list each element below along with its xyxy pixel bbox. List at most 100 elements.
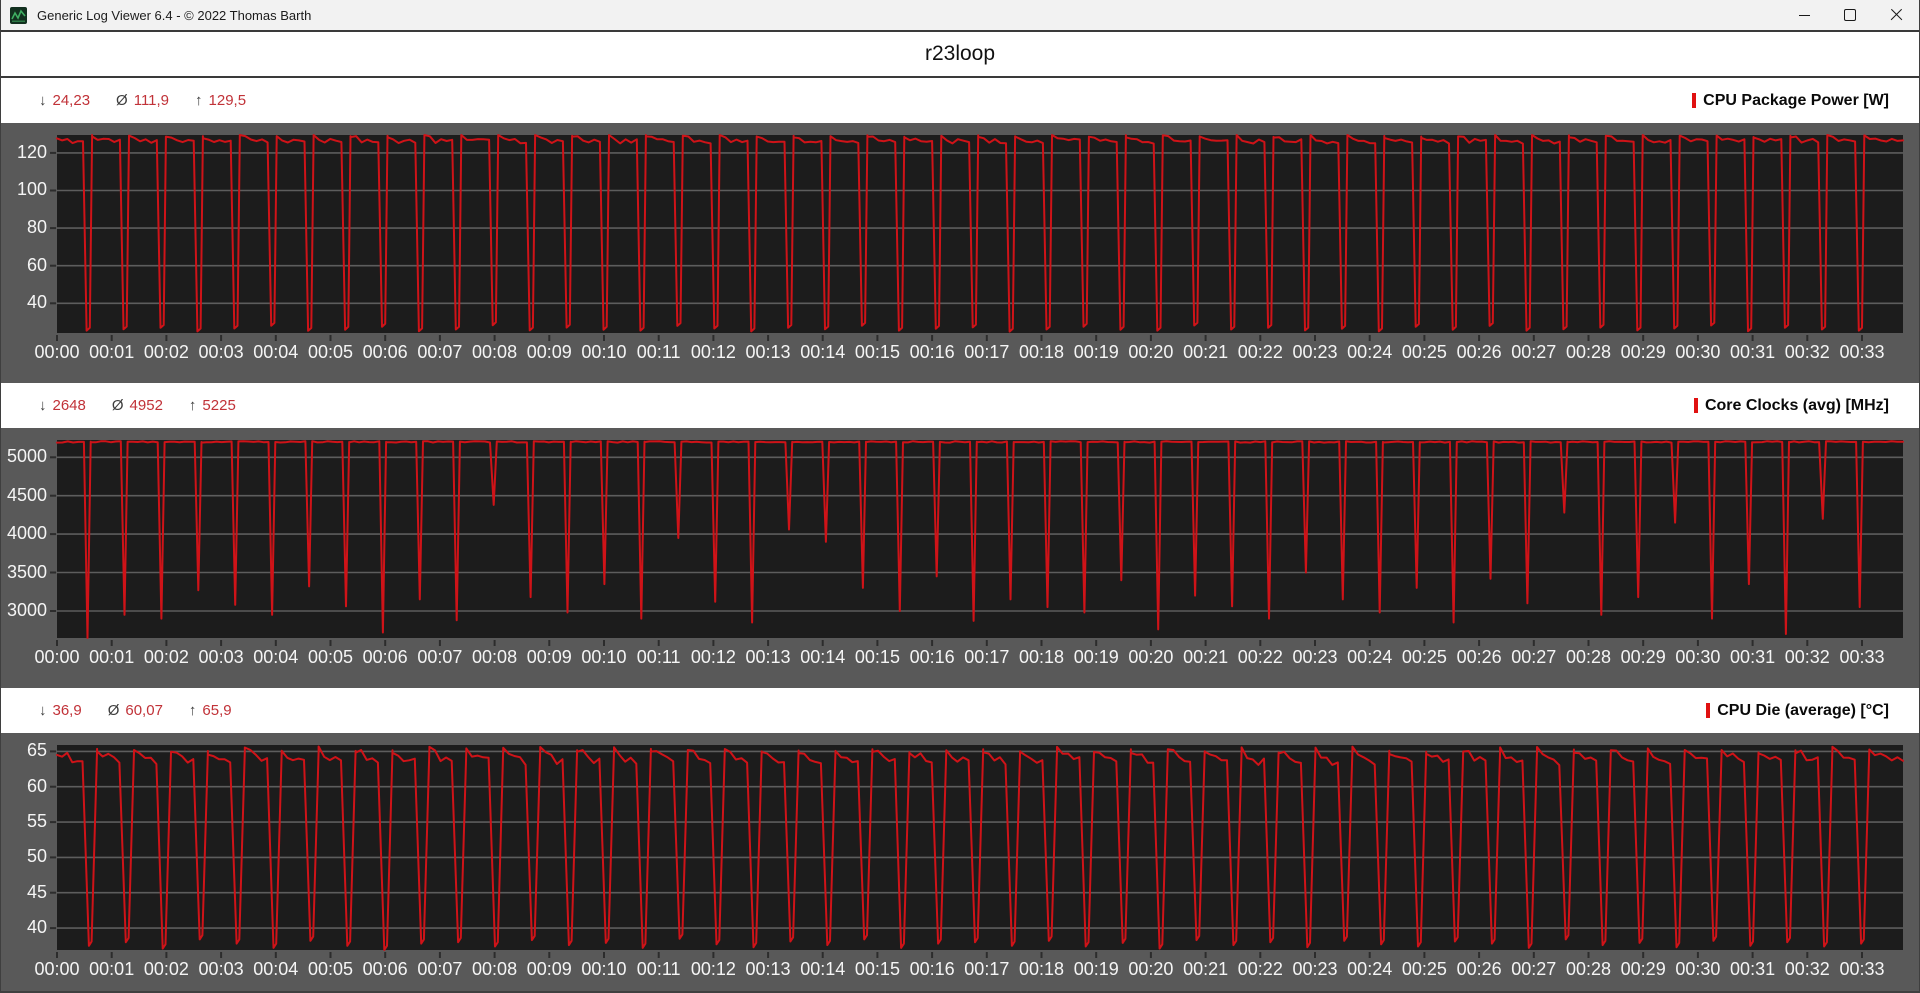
cpu-power-plot[interactable] <box>50 134 1904 341</box>
x-axis-tick-label: 00:29 <box>1620 959 1666 979</box>
y-axis-tick-label: 40 <box>26 292 47 313</box>
x-axis-tick-label: 00:00 <box>34 959 80 979</box>
x-axis-tick-label: 00:19 <box>1073 647 1119 667</box>
stat-min-value: 24,23 <box>52 92 91 109</box>
x-axis-tick-label: 00:13 <box>745 647 791 667</box>
titlebar: Generic Log Viewer 6.4 - © 2022 Thomas B… <box>1 0 1919 32</box>
x-axis-tick-label: 00:24 <box>1347 959 1393 979</box>
x-axis-tick-label: 00:17 <box>964 342 1010 362</box>
minimize-icon <box>1798 14 1810 16</box>
average-icon: Ø <box>111 397 124 414</box>
log-file-title: r23loop <box>1 32 1919 78</box>
x-axis-tick-label: 00:30 <box>1675 342 1721 362</box>
y-axis-tick-label: 80 <box>26 217 47 238</box>
max-arrow-icon: ↑ <box>188 702 197 719</box>
stat-min-value: 36,9 <box>52 702 82 719</box>
series-legend: CPU Die (average) [°C] <box>1706 702 1889 720</box>
x-axis-tick-label: 00:32 <box>1784 342 1830 362</box>
max-arrow-icon: ↑ <box>188 397 197 414</box>
x-axis-tick-label: 00:03 <box>198 647 244 667</box>
x-axis-tick-label: 00:28 <box>1565 342 1611 362</box>
y-axis-tick-label: 3000 <box>6 599 47 620</box>
x-axis-tick-label: 00:16 <box>909 647 955 667</box>
x-axis-tick-label: 00:33 <box>1839 647 1885 667</box>
section-core-clocks: ↓ 2648 Ø 4952 ↑ 5225 Core Clocks (avg) [… <box>1 383 1919 688</box>
y-axis-tick-label: 120 <box>16 141 47 162</box>
x-axis-tick-label: 00:23 <box>1292 647 1338 667</box>
x-axis-tick-label: 00:10 <box>581 647 627 667</box>
stat-avg-value: 60,07 <box>125 702 163 719</box>
x-axis-tick-label: 00:24 <box>1347 342 1393 362</box>
x-axis-tick-label: 00:23 <box>1292 959 1338 979</box>
core-clocks-plot[interactable] <box>50 440 1904 646</box>
stat-avg-value: 4952 <box>129 397 163 414</box>
x-axis-tick-label: 00:33 <box>1839 342 1885 362</box>
x-axis-tick-label: 00:22 <box>1237 342 1283 362</box>
x-axis-tick-label: 00:21 <box>1183 647 1229 667</box>
x-axis-tick-label: 00:10 <box>581 342 627 362</box>
x-axis-tick-label: 00:09 <box>526 342 572 362</box>
maximize-button[interactable] <box>1827 0 1873 30</box>
x-axis-tick-label: 00:12 <box>690 959 736 979</box>
x-axis-tick-label: 00:30 <box>1675 647 1721 667</box>
x-axis-tick-label: 00:26 <box>1456 342 1502 362</box>
series-label: Core Clocks (avg) [MHz] <box>1704 396 1889 414</box>
x-axis-tick-label: 00:20 <box>1128 342 1174 362</box>
series-color-bar <box>1706 703 1711 718</box>
section-cpu-package-power: ↓ 24,23 Ø 111,9 ↑ 129,5 CPU Package Powe… <box>1 78 1919 383</box>
x-axis-tick-label: 00:26 <box>1456 959 1502 979</box>
chart-panel-core-clocks: 5000 4500 4000 3500 3000 00:00 00:01 00:02 00:03… <box>1 428 1919 688</box>
section-cpu-die-temp: ↓ 36,9 Ø 60,07 ↑ 65,9 CPU Die (average) … <box>1 688 1919 991</box>
x-axis-tick-label: 00:27 <box>1511 647 1557 667</box>
x-axis-tick-label: 00:10 <box>581 959 627 979</box>
x-axis-tick-label: 00:00 <box>34 342 80 362</box>
x-axis-tick-label: 00:11 <box>636 342 681 362</box>
y-axis-tick-label: 4000 <box>6 523 47 544</box>
y-axis-tick-label: 4500 <box>6 484 47 505</box>
x-axis-tick-label: 00:00 <box>34 647 80 667</box>
app-icon <box>10 6 27 24</box>
app-window: Generic Log Viewer 6.4 - © 2022 Thomas B… <box>0 0 1920 993</box>
x-axis-tick-label: 00:04 <box>253 959 299 979</box>
y-axis-tick-label: 40 <box>26 917 47 938</box>
x-axis-tick-label: 00:28 <box>1565 647 1611 667</box>
stat-max: ↑ 65,9 <box>189 702 232 719</box>
close-button[interactable] <box>1873 0 1919 30</box>
x-axis-tick-label: 00:15 <box>854 647 900 667</box>
x-axis-tick-label: 00:08 <box>472 342 518 362</box>
series-label: CPU Die (average) [°C] <box>1717 701 1889 719</box>
x-axis-tick-label: 00:17 <box>964 647 1010 667</box>
x-axis-tick-label: 00:16 <box>909 959 955 979</box>
stat-avg: Ø 4952 <box>112 397 163 414</box>
stat-avg-value: 111,9 <box>133 92 170 109</box>
x-axis-tick-label: 00:28 <box>1565 959 1611 979</box>
x-axis-tick-label: 00:21 <box>1183 959 1229 979</box>
x-axis-tick-label: 00:09 <box>526 647 572 667</box>
x-axis-tick-label: 00:01 <box>89 342 135 362</box>
x-axis-tick-label: 00:07 <box>417 342 463 362</box>
x-axis-tick-label: 00:01 <box>89 647 135 667</box>
stat-min: ↓ 36,9 <box>39 702 82 719</box>
x-axis-tick-label: 00:22 <box>1237 647 1283 667</box>
average-icon: Ø <box>116 92 128 109</box>
window-controls <box>1781 0 1919 30</box>
stat-max: ↑ 129,5 <box>195 92 246 109</box>
x-axis-tick-label: 00:19 <box>1073 342 1119 362</box>
stat-min: ↓ 24,23 <box>39 92 90 109</box>
cpu-die-plot[interactable] <box>50 745 1904 958</box>
x-axis-tick-label: 00:08 <box>472 959 518 979</box>
x-axis-tick-label: 00:14 <box>800 647 846 667</box>
stat-min-value: 2648 <box>52 397 86 414</box>
stat-max-value: 5225 <box>202 397 236 414</box>
x-axis-tick-label: 00:24 <box>1347 647 1393 667</box>
stat-avg: Ø 111,9 <box>116 92 169 109</box>
x-axis-tick-label: 00:03 <box>198 959 244 979</box>
x-axis-tick-label: 00:12 <box>690 342 736 362</box>
x-axis-tick-label: 00:33 <box>1839 959 1885 979</box>
minimize-button[interactable] <box>1781 0 1827 30</box>
y-axis-tick-label: 3500 <box>6 561 47 582</box>
page-title: r23loop <box>924 42 996 65</box>
x-axis-tick-label: 00:18 <box>1019 342 1065 362</box>
x-axis-tick-label: 00:31 <box>1730 959 1776 979</box>
x-axis-tick-label: 00:26 <box>1456 647 1502 667</box>
